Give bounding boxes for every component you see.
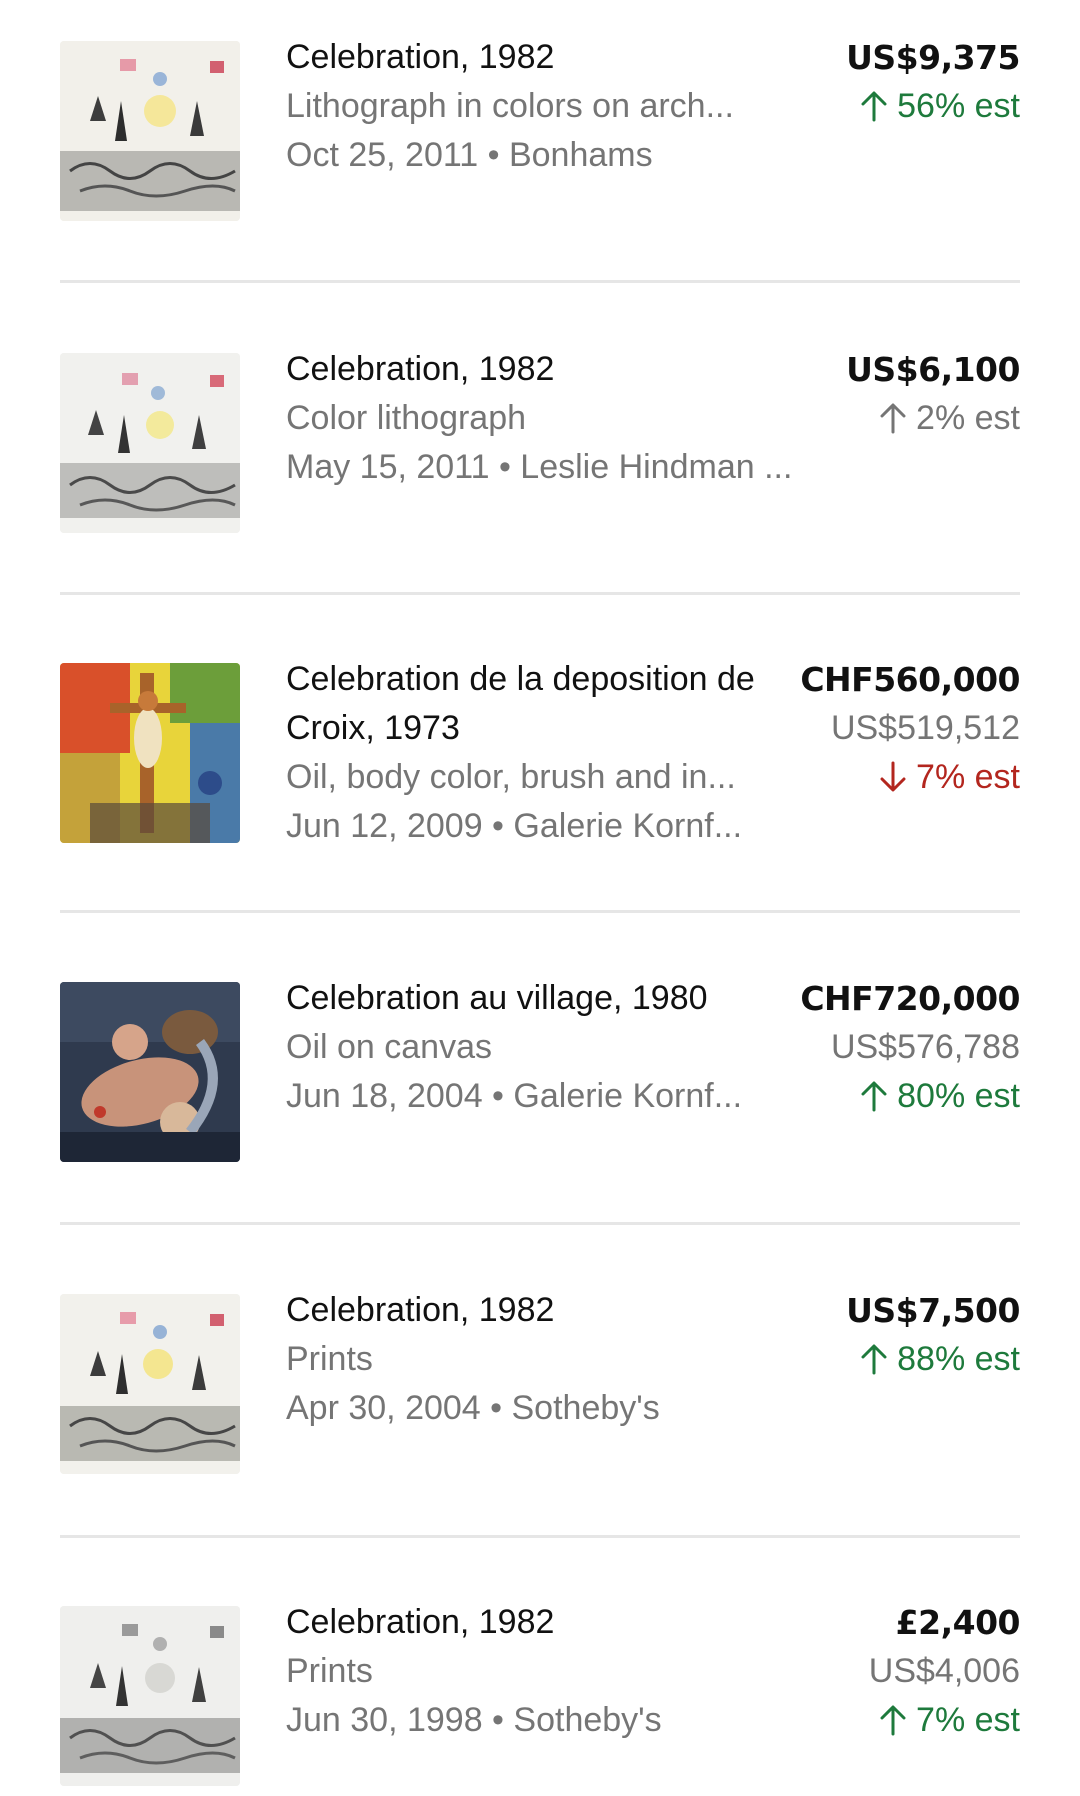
divider <box>60 592 1020 595</box>
arrow-up-icon <box>880 1705 906 1736</box>
arrow-up-icon <box>861 1081 887 1112</box>
price-block: CHF720,000 US$576,788 80% est <box>800 974 1020 1121</box>
divider <box>60 1535 1020 1538</box>
price-block: CHF560,000 US$519,512 7% est <box>800 655 1020 802</box>
divider <box>60 910 1020 913</box>
artwork-medium: Lithograph in colors on arch... <box>286 87 734 125</box>
estimate-change: 80% est <box>800 1072 1020 1121</box>
estimate-change: 88% est <box>846 1335 1020 1384</box>
sale-date-house: May 15, 2011 • Leslie Hindman ... <box>286 448 793 486</box>
artwork-title[interactable]: Celebration, 1982 <box>286 345 806 394</box>
estimate-text: 7% est <box>916 758 1020 796</box>
hammer-price: US$9,375 <box>846 38 1020 77</box>
result-info: Celebration, 1982 Prints Jun 30, 1998 • … <box>286 1598 806 1745</box>
estimate-change: 7% est <box>869 1696 1020 1745</box>
artwork-title[interactable]: Celebration, 1982 <box>286 33 806 82</box>
price-block: US$7,500 88% est <box>846 1286 1020 1384</box>
sale-date-house: Apr 30, 2004 • Sotheby's <box>286 1389 660 1427</box>
arrow-up-icon <box>880 403 906 434</box>
hammer-price: CHF720,000 <box>800 979 1020 1018</box>
sale-date-house: Jun 18, 2004 • Galerie Kornf... <box>286 1077 743 1115</box>
sale-date-house: Jun 12, 2009 • Galerie Kornf... <box>286 807 743 845</box>
estimate-change: 56% est <box>846 82 1020 131</box>
artwork-thumbnail[interactable] <box>60 41 240 221</box>
arrow-up-icon <box>861 91 887 122</box>
divider <box>60 280 1020 283</box>
estimate-text: 2% est <box>916 399 1020 437</box>
artwork-thumbnail[interactable] <box>60 1294 240 1474</box>
estimate-text: 80% est <box>897 1077 1020 1115</box>
hammer-price: US$6,100 <box>846 350 1020 389</box>
result-info: Celebration, 1982 Prints Apr 30, 2004 • … <box>286 1286 806 1433</box>
price-usd: US$576,788 <box>830 1028 1020 1066</box>
result-info: Celebration de la deposition de Croix, 1… <box>286 655 806 851</box>
print-thumbnail-image <box>60 41 240 221</box>
artwork-title[interactable]: Celebration de la deposition de Croix, 1… <box>286 655 806 753</box>
price-usd: US$4,006 <box>868 1652 1020 1690</box>
artwork-medium: Oil on canvas <box>286 1028 492 1066</box>
price-usd: US$519,512 <box>830 709 1020 747</box>
arrow-up-icon <box>861 1344 887 1375</box>
hammer-price: CHF560,000 <box>800 660 1020 699</box>
print-thumbnail-image <box>60 353 240 533</box>
estimate-change: 7% est <box>800 753 1020 802</box>
hammer-price: US$7,500 <box>846 1291 1020 1330</box>
print-thumbnail-image <box>60 1606 240 1786</box>
artwork-thumbnail[interactable] <box>60 982 240 1162</box>
result-info: Celebration, 1982 Color lithograph May 1… <box>286 345 806 492</box>
artwork-title[interactable]: Celebration, 1982 <box>286 1286 806 1335</box>
hammer-price: £2,400 <box>895 1603 1021 1642</box>
painting-thumbnail-image <box>60 663 240 843</box>
result-info: Celebration au village, 1980 Oil on canv… <box>286 974 806 1121</box>
artwork-thumbnail[interactable] <box>60 663 240 843</box>
estimate-text: 88% est <box>897 1340 1020 1378</box>
sale-date-house: Oct 25, 2011 • Bonhams <box>286 136 653 174</box>
artwork-medium: Prints <box>286 1652 373 1690</box>
price-block: £2,400 US$4,006 7% est <box>868 1598 1021 1745</box>
artwork-medium: Color lithograph <box>286 399 527 437</box>
artwork-medium: Oil, body color, brush and in... <box>286 758 736 796</box>
estimate-change: 2% est <box>846 394 1020 443</box>
divider <box>60 1222 1020 1225</box>
result-info: Celebration, 1982 Lithograph in colors o… <box>286 33 806 180</box>
artwork-title[interactable]: Celebration au village, 1980 <box>286 974 806 1023</box>
estimate-text: 7% est <box>916 1701 1020 1739</box>
price-block: US$9,375 56% est <box>846 33 1020 131</box>
price-block: US$6,100 2% est <box>846 345 1020 443</box>
artwork-thumbnail[interactable] <box>60 353 240 533</box>
arrow-down-icon <box>880 761 906 792</box>
estimate-text: 56% est <box>897 87 1020 125</box>
painting-thumbnail-image <box>60 982 240 1162</box>
sale-date-house: Jun 30, 1998 • Sotheby's <box>286 1701 662 1739</box>
print-thumbnail-image <box>60 1294 240 1474</box>
artwork-title[interactable]: Celebration, 1982 <box>286 1598 806 1647</box>
artwork-medium: Prints <box>286 1340 373 1378</box>
artwork-thumbnail[interactable] <box>60 1606 240 1786</box>
